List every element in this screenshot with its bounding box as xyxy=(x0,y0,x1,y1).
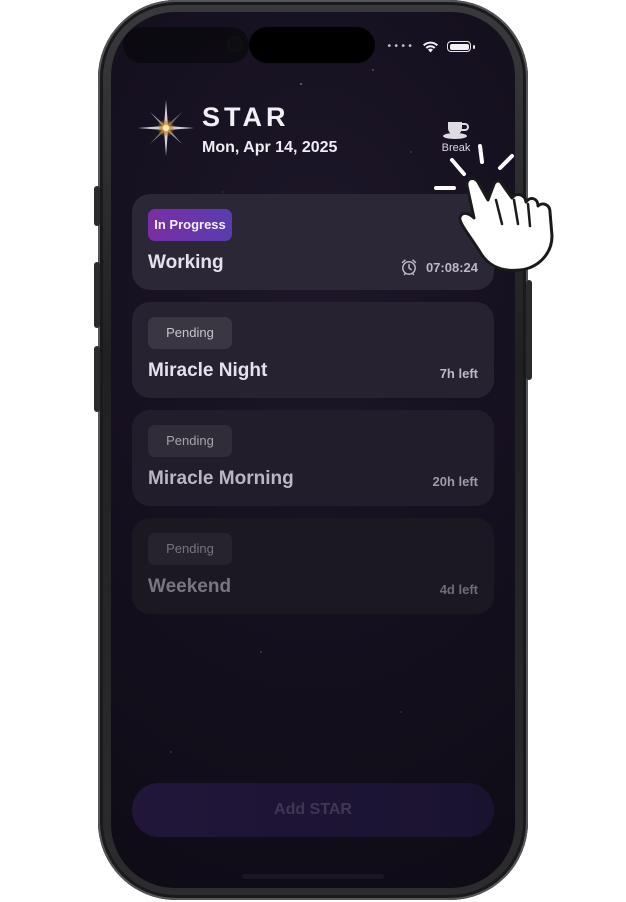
wifi-icon xyxy=(423,41,438,53)
task-title: Miracle Night xyxy=(148,360,268,381)
status-bar: •••• xyxy=(386,40,475,53)
battery-tip xyxy=(473,44,475,49)
star-logo-icon xyxy=(138,100,194,156)
time-left: 7h left xyxy=(439,366,478,381)
action-button xyxy=(94,186,100,226)
status-badge: Pending xyxy=(148,533,232,565)
current-date: Mon, Apr 14, 2025 xyxy=(202,139,338,156)
home-indicator xyxy=(242,874,384,879)
status-badge: Pending xyxy=(148,317,232,349)
status-badge: In Progress xyxy=(148,209,232,241)
app-brand-title: STAR xyxy=(202,102,290,132)
task-card-weekend[interactable]: Pending Weekend 4d left xyxy=(132,518,494,614)
time-left: 20h left xyxy=(432,474,478,489)
volume-up-button xyxy=(94,262,100,328)
task-title: Weekend xyxy=(148,576,232,597)
task-card-miracle-morning[interactable]: Pending Miracle Morning 20h left xyxy=(132,410,494,506)
tap-hand-icon xyxy=(434,144,554,272)
coffee-cup-icon xyxy=(443,122,469,139)
battery-icon xyxy=(447,41,471,52)
task-card-miracle-night[interactable]: Pending Miracle Night 7h left xyxy=(132,302,494,398)
task-title: Working xyxy=(148,252,224,273)
dynamic-island xyxy=(249,27,375,63)
front-camera xyxy=(229,38,241,50)
signal-indicator: •••• xyxy=(386,41,414,52)
status-badge: Pending xyxy=(148,425,232,457)
alarm-clock-icon xyxy=(401,259,417,276)
time-left: 4d left xyxy=(439,582,478,597)
volume-down-button xyxy=(94,346,100,412)
add-star-button[interactable]: Add STAR xyxy=(132,783,494,837)
task-title: Miracle Morning xyxy=(148,468,294,489)
power-button xyxy=(526,280,532,380)
